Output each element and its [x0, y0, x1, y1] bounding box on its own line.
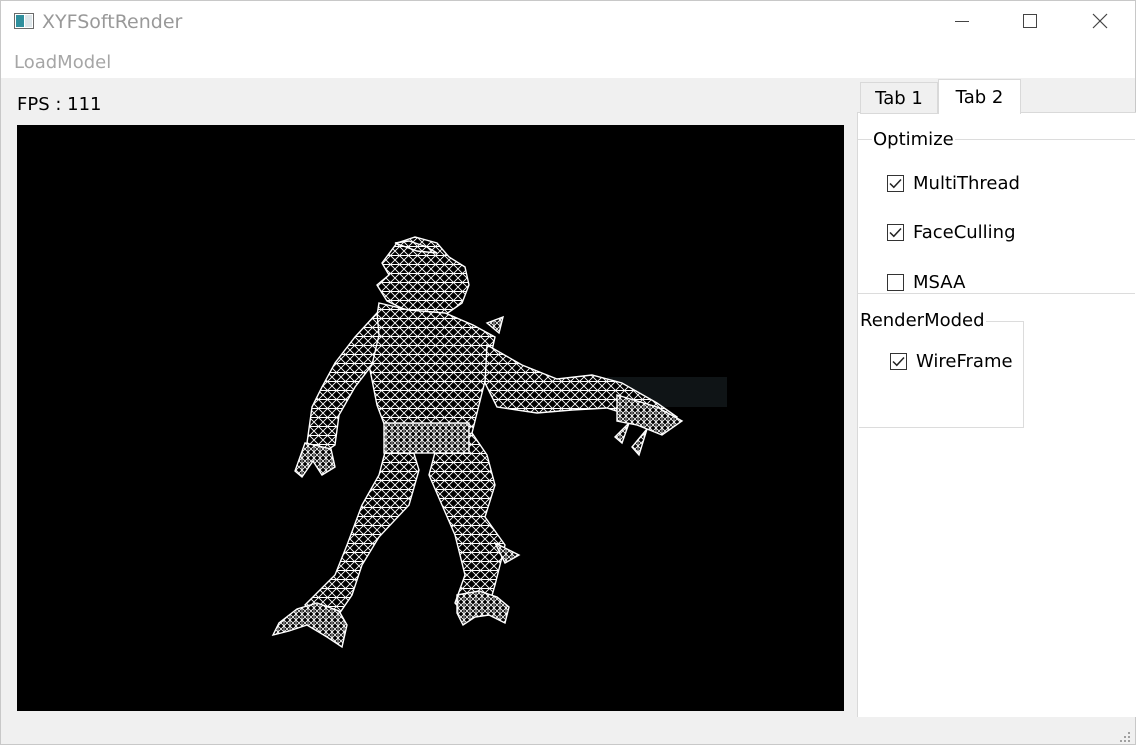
- checkbox-box[interactable]: [887, 175, 904, 192]
- window-title: XYFSoftRender: [42, 11, 183, 33]
- maximize-button[interactable]: [995, 1, 1065, 45]
- maximize-icon: [1022, 13, 1038, 33]
- minimize-button[interactable]: [927, 1, 997, 45]
- close-button[interactable]: [1065, 1, 1135, 45]
- fps-readout: FPS : 111: [17, 94, 102, 115]
- menu-load-model[interactable]: LoadModel: [14, 52, 111, 73]
- optimize-group-title: Optimize: [872, 129, 955, 150]
- close-icon: [1092, 13, 1108, 33]
- render-mode-group: [859, 321, 1024, 428]
- multithread-checkbox[interactable]: MultiThread: [887, 173, 1020, 194]
- menu-bar: LoadModel: [1, 45, 1135, 78]
- msaa-checkbox[interactable]: MSAA: [887, 272, 965, 293]
- render-viewport[interactable]: [17, 125, 844, 711]
- multithread-label: MultiThread: [913, 173, 1020, 194]
- optimize-group-bottom-border: [858, 293, 1135, 294]
- checkmark-icon: [892, 356, 905, 367]
- wireframe-checkbox[interactable]: WireFrame: [890, 351, 1013, 372]
- wireframe-label: WireFrame: [916, 351, 1013, 372]
- checkmark-icon: [889, 227, 902, 238]
- minimize-icon: [954, 13, 970, 33]
- tab-2[interactable]: Tab 2: [938, 79, 1021, 114]
- app-window-icon: [14, 13, 34, 29]
- checkmark-icon: [889, 178, 902, 189]
- title-bar[interactable]: XYFSoftRender: [1, 1, 1135, 45]
- resize-grip-icon[interactable]: [1119, 728, 1131, 742]
- checkbox-box[interactable]: [887, 224, 904, 241]
- tab-1[interactable]: Tab 1: [860, 82, 938, 114]
- msaa-label: MSAA: [913, 272, 966, 293]
- app-window: XYFSoftRender LoadModel FPS : 111 Tab 1 …: [0, 0, 1136, 745]
- tab-1-label: Tab 1: [875, 87, 923, 109]
- wireframe-model-render: [271, 236, 727, 649]
- checkbox-box[interactable]: [887, 274, 904, 291]
- faceculling-label: FaceCulling: [913, 222, 1016, 243]
- faceculling-checkbox[interactable]: FaceCulling: [887, 222, 1016, 243]
- tab-2-label: Tab 2: [955, 86, 1004, 108]
- render-mode-group-title: RenderModed: [859, 310, 986, 331]
- checkbox-box[interactable]: [890, 353, 907, 370]
